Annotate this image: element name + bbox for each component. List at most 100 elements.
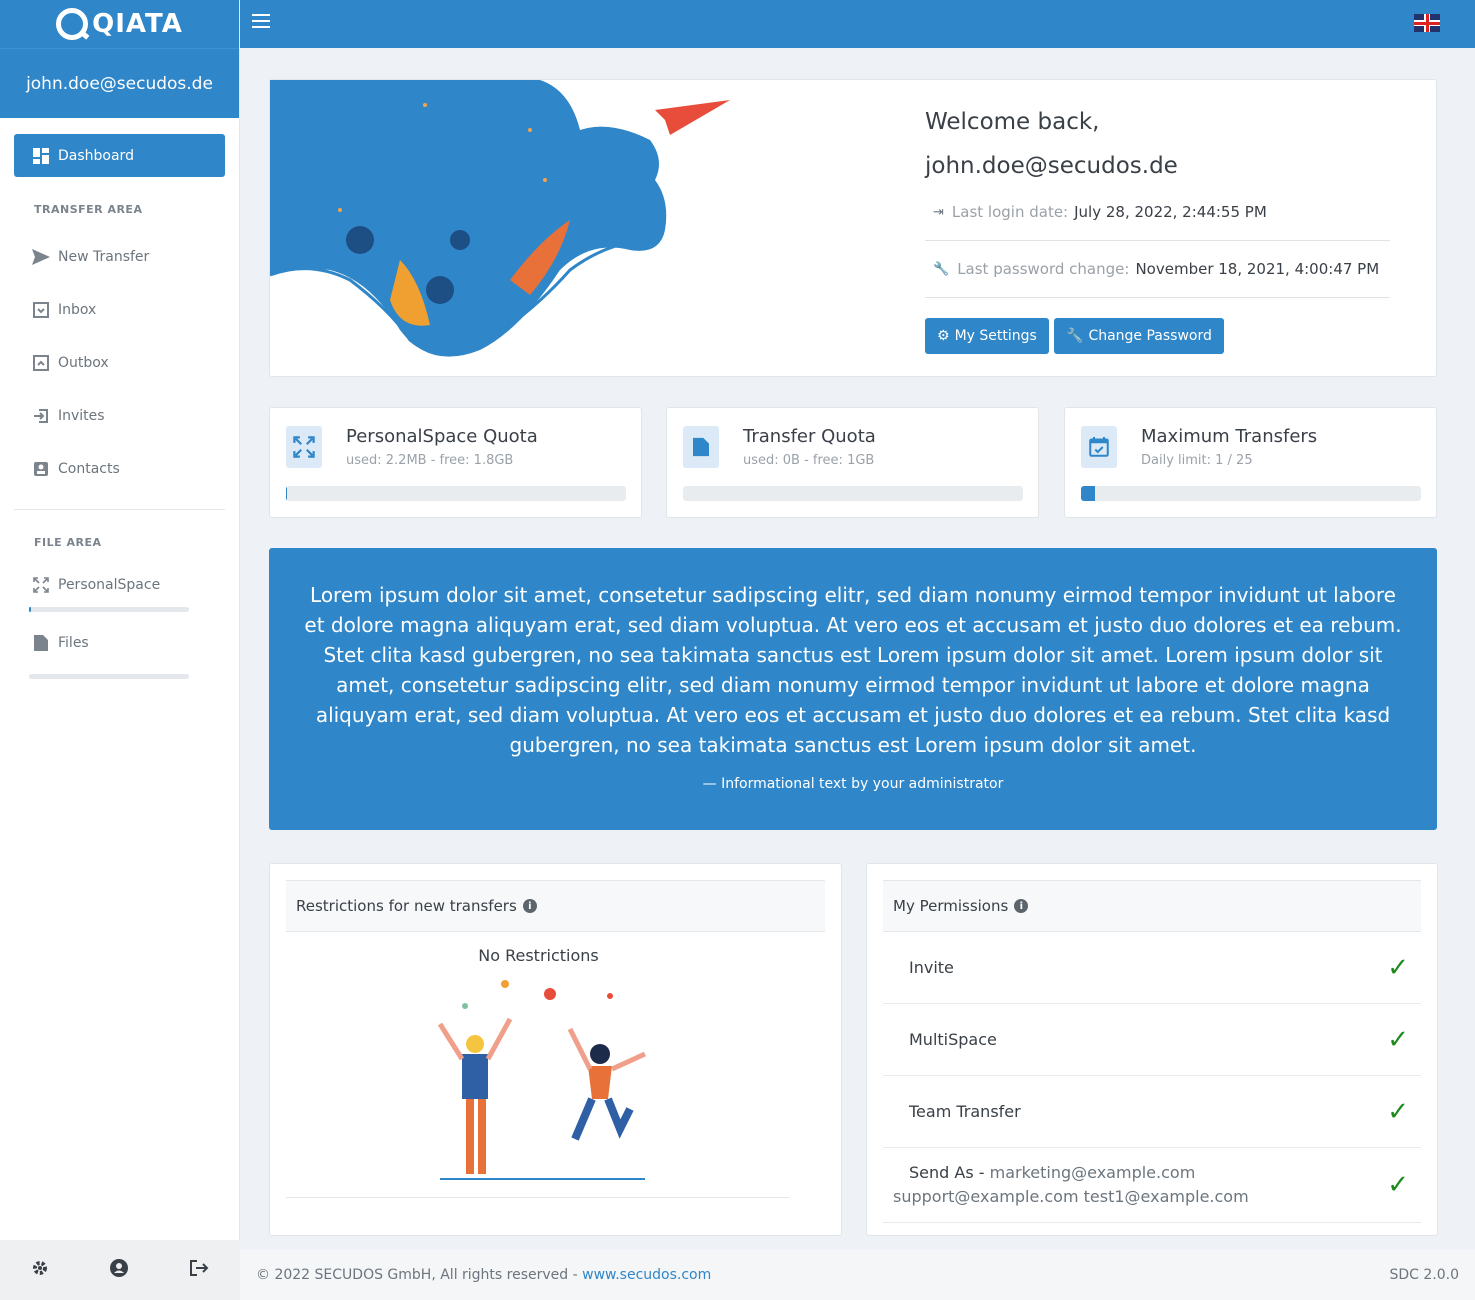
sidebar-item-outbox[interactable]: Outbox	[14, 336, 225, 389]
admin-message-text: Lorem ipsum dolor sit amet, consetetur s…	[304, 583, 1402, 757]
expand-icon	[286, 426, 322, 468]
expand-icon	[32, 576, 50, 594]
sidebar-item-label: PersonalSpace	[58, 577, 161, 593]
user-profile-icon[interactable]	[109, 1258, 128, 1282]
topbar	[240, 0, 1475, 48]
file-icon	[683, 426, 719, 468]
checkmark-icon: ✓	[1387, 1024, 1409, 1055]
permission-label: Team Transfer	[909, 1102, 1021, 1121]
inbox-icon	[32, 301, 50, 319]
version-text: SDC 2.0.0	[1389, 1267, 1459, 1283]
admin-message-card: Lorem ipsum dolor sit amet, consetetur s…	[269, 548, 1437, 830]
last-password-row: 🔧 Last password change: November 18, 202…	[925, 241, 1390, 298]
page-footer: © 2022 SECUDOS GmbH, All rights reserved…	[240, 1250, 1475, 1300]
calendar-check-icon	[1081, 426, 1117, 468]
restrictions-header: Restrictions for new transfers i	[286, 880, 825, 932]
restrictions-title: Restrictions for new transfers	[296, 897, 517, 915]
transfer-quota-card: Transfer Quota used: 0B - free: 1GB	[666, 407, 1039, 518]
welcome-illustration	[270, 80, 730, 357]
secudos-link[interactable]: www.secudos.com	[582, 1267, 711, 1283]
last-password-value: November 18, 2021, 4:00:47 PM	[1135, 260, 1380, 278]
transfer-area-title: TRANSFER AREA	[34, 203, 143, 216]
quota-subtitle: used: 0B - free: 1GB	[743, 453, 875, 468]
sidebar-item-label: New Transfer	[58, 248, 150, 265]
hamburger-menu-icon[interactable]	[252, 14, 270, 28]
logout-icon[interactable]	[189, 1259, 209, 1282]
checkmark-icon: ✓	[1387, 952, 1409, 983]
quota-subtitle: used: 2.2MB - free: 1.8GB	[346, 453, 514, 468]
last-login-row: ⇥ Last login date: July 28, 2022, 2:44:5…	[925, 184, 1390, 241]
sidebar-item-files[interactable]: Files	[14, 612, 225, 674]
sidebar-item-label: Inbox	[58, 301, 97, 318]
last-login-label: Last login date:	[951, 203, 1069, 221]
sidebar-item-dashboard[interactable]: Dashboard	[14, 134, 225, 177]
wrench-icon: 🔧	[933, 261, 950, 277]
sidebar-nav: Dashboard TRANSFER AREA New Transfer Inb…	[0, 118, 239, 679]
checkmark-icon: ✓	[1387, 1096, 1409, 1127]
sidebar-item-contacts[interactable]: Contacts	[14, 442, 225, 495]
send-as-text: Send As - marketing@example.com support@…	[893, 1161, 1249, 1209]
permission-row-team-transfer: Team Transfer ✓	[883, 1076, 1421, 1148]
permissions-panel: My Permissions i Invite ✓ MultiSpace ✓ T…	[866, 863, 1438, 1236]
restrictions-status: No Restrictions	[478, 946, 599, 965]
my-settings-label: My Settings	[954, 328, 1037, 344]
restrictions-divider	[286, 1197, 789, 1198]
permissions-title: My Permissions	[893, 897, 1009, 915]
sidebar: QIATA john.doe@secudos.de Dashboard TRAN…	[0, 0, 240, 1300]
quota-progress-bar	[683, 486, 1023, 501]
permission-row-invite: Invite ✓	[883, 932, 1421, 1004]
quota-title: Transfer Quota	[743, 426, 876, 447]
checkmark-icon: ✓	[1387, 1170, 1409, 1200]
maximum-transfers-card: Maximum Transfers Daily limit: 1 / 25	[1064, 407, 1437, 518]
sidebar-item-inbox[interactable]: Inbox	[14, 283, 225, 336]
sidebar-item-label: Invites	[58, 407, 105, 424]
welcome-greeting: Welcome back, john.doe@secudos.de	[925, 100, 1178, 188]
quota-progress-fill	[1081, 486, 1095, 501]
send-as-label: Send As -	[909, 1163, 985, 1182]
brand-name: QIATA	[92, 9, 183, 39]
quota-progress-bar	[286, 486, 626, 501]
brand-logo[interactable]: QIATA	[0, 0, 239, 48]
quota-subtitle: Daily limit: 1 / 25	[1141, 453, 1253, 468]
quota-progress-bar	[1081, 486, 1421, 501]
uk-flag-icon[interactable]	[1414, 14, 1440, 32]
restrictions-panel: Restrictions for new transfers i No Rest…	[269, 863, 842, 1236]
info-icon[interactable]: i	[522, 899, 537, 913]
sidebar-item-label: Contacts	[58, 460, 120, 477]
my-settings-button[interactable]: ⚙ My Settings	[925, 318, 1049, 354]
sidebar-item-new-transfer[interactable]: New Transfer	[14, 230, 225, 283]
quota-title: Maximum Transfers	[1141, 426, 1318, 447]
last-password-label: Last password change:	[957, 260, 1130, 278]
sidebar-item-label: Outbox	[58, 354, 109, 371]
permission-row-multispace: MultiSpace ✓	[883, 1004, 1421, 1076]
personalspace-quota-card: PersonalSpace Quota used: 2.2MB - free: …	[269, 407, 642, 518]
change-password-button[interactable]: 🔧 Change Password	[1054, 318, 1224, 354]
file-icon	[32, 634, 50, 652]
send-as-addresses: support@example.com test1@example.com	[893, 1187, 1249, 1206]
permission-row-send-as: Send As - marketing@example.com support@…	[883, 1148, 1421, 1223]
sidebar-item-invites[interactable]: Invites	[14, 389, 225, 442]
quota-title: PersonalSpace Quota	[346, 426, 538, 447]
invite-icon	[32, 407, 50, 425]
login-icon: ⇥	[933, 204, 944, 220]
gear-icon[interactable]	[31, 1259, 49, 1282]
dashboard-icon	[32, 147, 50, 165]
sidebar-item-personalspace[interactable]: PersonalSpace	[14, 563, 225, 607]
send-icon	[32, 248, 50, 266]
change-password-label: Change Password	[1088, 328, 1212, 344]
sidebar-item-label: Dashboard	[58, 147, 134, 164]
sidebar-user-email: john.doe@secudos.de	[0, 48, 239, 118]
admin-message-attribution: — Informational text by your administrat…	[702, 776, 1004, 792]
quota-progress-fill	[286, 486, 288, 501]
permission-label: Invite	[909, 958, 954, 977]
gear-icon: ⚙	[937, 328, 950, 344]
info-icon[interactable]: i	[1014, 899, 1029, 913]
wrench-icon: 🔧	[1066, 328, 1084, 344]
permissions-header: My Permissions i	[883, 880, 1421, 932]
sidebar-item-label: Files	[58, 635, 89, 651]
qiata-logo-icon	[56, 8, 89, 40]
contacts-icon	[32, 460, 50, 478]
welcome-card: Welcome back, john.doe@secudos.de ⇥ Last…	[269, 79, 1437, 377]
file-area-title: FILE AREA	[34, 536, 102, 549]
sidebar-bottom-bar	[0, 1240, 240, 1300]
